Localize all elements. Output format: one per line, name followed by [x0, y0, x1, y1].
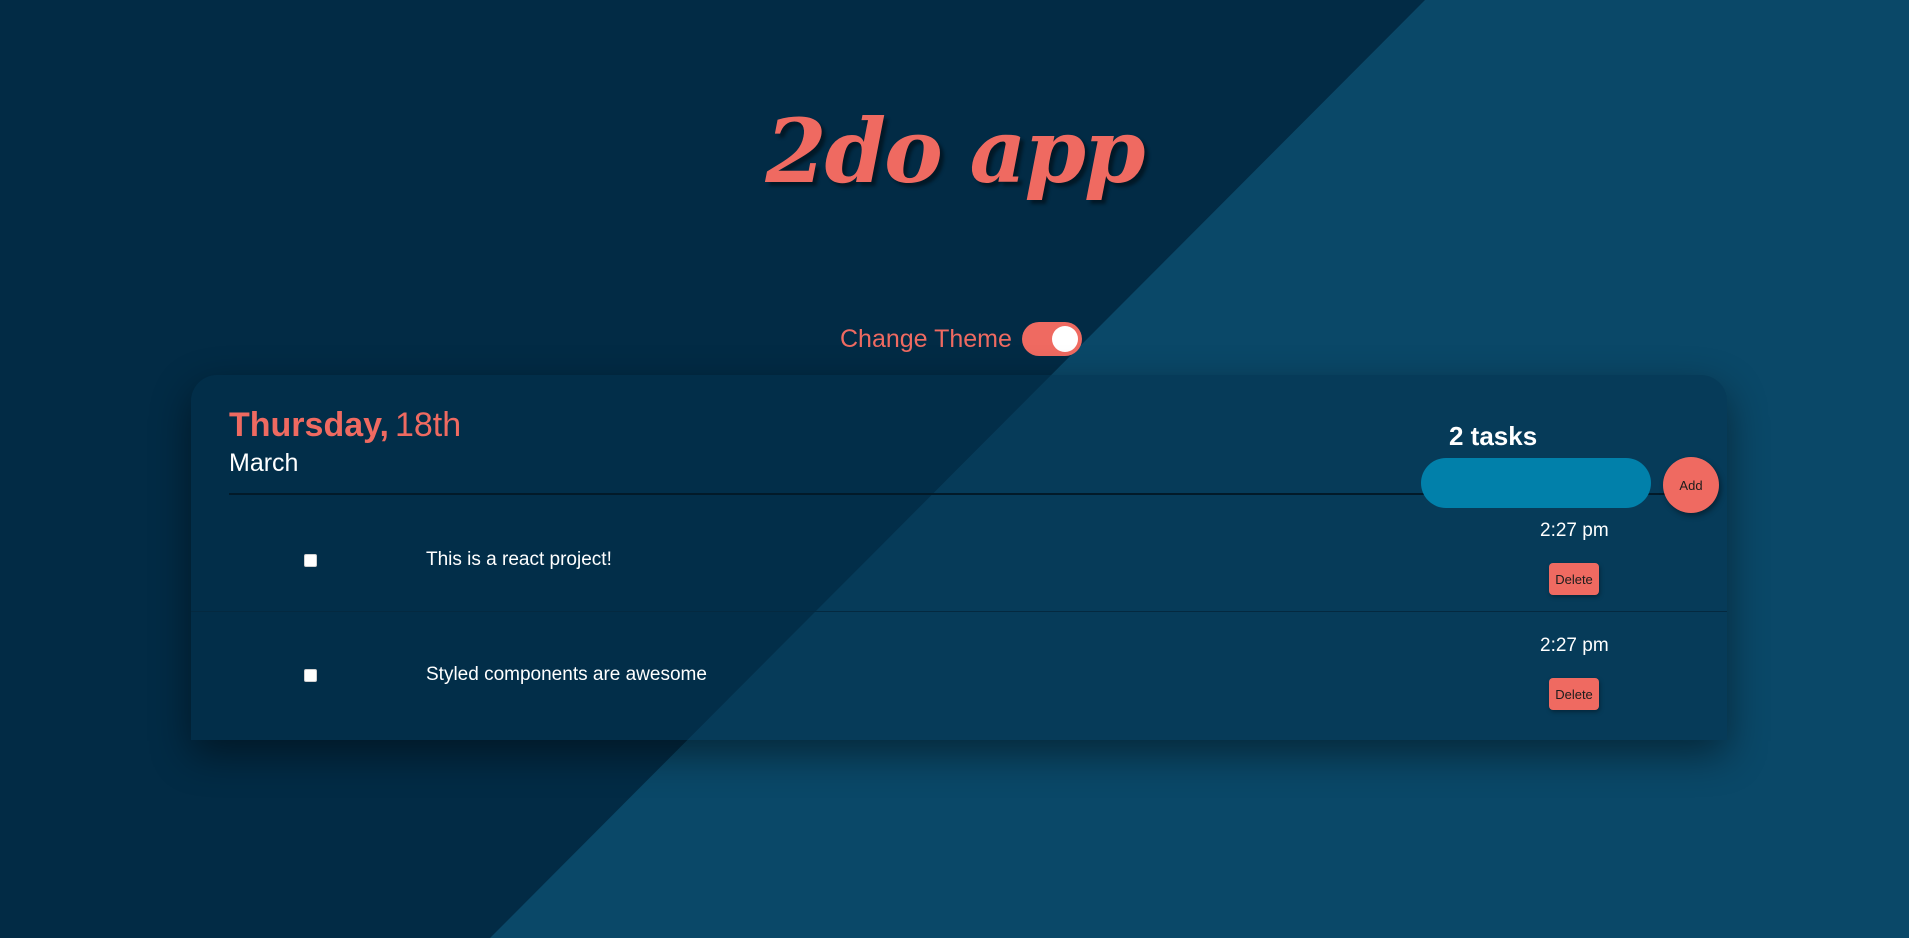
task-time: 2:27 pm	[1540, 520, 1609, 541]
task-row: This is a react project! 2:27 pm Delete	[191, 497, 1727, 611]
month: March	[229, 449, 299, 477]
day-number: 18th	[394, 406, 462, 444]
task-text: Styled components are awesome	[426, 664, 707, 685]
theme-switcher: Change Theme	[840, 320, 1082, 358]
toggle-knob	[1051, 326, 1078, 352]
task-checkbox[interactable]	[304, 669, 317, 682]
task-checkbox[interactable]	[304, 554, 317, 567]
date-line: Thursday, 18th	[229, 403, 461, 447]
task-count: 2 tasks	[1449, 421, 1538, 451]
delete-button[interactable]: Delete	[1549, 563, 1599, 595]
card-header: Thursday, 18th March 2 tasks Add	[229, 403, 1719, 513]
theme-toggle[interactable]	[1021, 322, 1082, 356]
app-title: 2do app	[765, 99, 1145, 203]
theme-label: Change Theme	[840, 324, 1012, 353]
task-row: Styled components are awesome 2:27 pm De…	[191, 611, 1727, 725]
task-text: This is a react project!	[426, 549, 612, 570]
task-list: This is a react project! 2:27 pm Delete …	[191, 497, 1727, 725]
weekday: Thursday,	[229, 406, 389, 444]
task-time: 2:27 pm	[1540, 635, 1609, 656]
delete-button[interactable]: Delete	[1549, 678, 1599, 710]
todo-card: Thursday, 18th March 2 tasks Add This is …	[191, 375, 1727, 740]
